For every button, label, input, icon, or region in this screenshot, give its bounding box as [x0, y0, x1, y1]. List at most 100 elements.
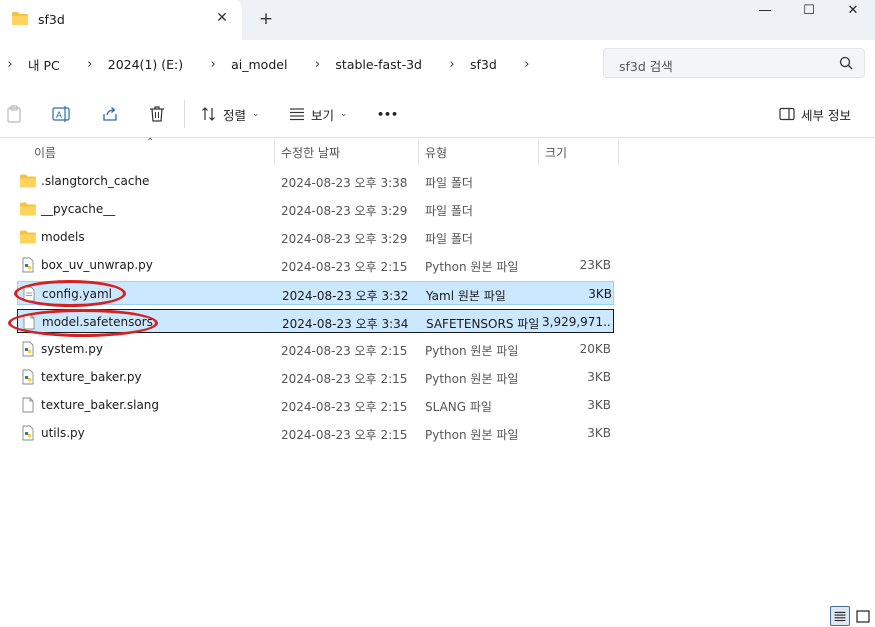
file-date: 2024-08-23 오후 2:15	[281, 372, 408, 386]
details-view-icon[interactable]	[830, 606, 850, 626]
paste-icon	[7, 105, 21, 123]
share-icon	[103, 107, 117, 121]
sort-icon	[202, 107, 215, 121]
file-icon	[22, 397, 34, 413]
chevron-down-icon: ⌄	[340, 109, 348, 119]
tab-close-button[interactable]: ✕	[213, 9, 231, 27]
new-tab-button[interactable]: +	[256, 9, 276, 29]
file-name: utils.py	[41, 426, 85, 440]
search-input[interactable]: sf3d 검색	[603, 48, 865, 78]
column-divider[interactable]	[274, 139, 275, 165]
list-item[interactable]: __pycache__ 2024-08-23 오후 3:29 파일 폴더	[17, 197, 614, 221]
chevron-right-icon[interactable]: ›	[203, 57, 223, 72]
chevron-down-icon: ⌄	[252, 109, 260, 119]
list-item[interactable]: utils.py 2024-08-23 오후 2:15 Python 원본 파일…	[17, 421, 614, 445]
file-size: 3KB	[587, 370, 611, 384]
file-type: 파일 폴더	[425, 176, 473, 190]
sort-label: 정렬	[223, 107, 247, 123]
breadcrumb[interactable]: › 내 PC › 2024(1) (E:) › ai_model › stabl…	[0, 49, 537, 79]
file-size: 23KB	[579, 258, 611, 272]
share-button[interactable]	[101, 102, 119, 126]
maximize-button[interactable]: ☐	[786, 0, 832, 26]
breadcrumb-item[interactable]: sf3d	[462, 57, 517, 72]
file-type: SAFETENSORS 파일	[426, 317, 540, 331]
file-date: 2024-08-23 오후 3:34	[282, 317, 409, 331]
file-name: model.safetensors	[42, 315, 153, 329]
address-row: › 내 PC › 2024(1) (E:) › ai_model › stabl…	[0, 40, 875, 88]
details-pane-button[interactable]: 세부 정보	[779, 102, 851, 126]
column-divider[interactable]	[618, 139, 619, 165]
rename-button[interactable]: A	[52, 102, 72, 126]
svg-text:A: A	[56, 110, 62, 120]
more-options-button[interactable]: •••	[377, 102, 398, 126]
list-item[interactable]: texture_baker.slang 2024-08-23 오후 2:15 S…	[17, 393, 614, 417]
details-label: 세부 정보	[801, 107, 851, 123]
folder-icon	[20, 202, 36, 216]
view-button[interactable]: 보기 ⌄	[289, 102, 348, 126]
more-icon: •••	[377, 107, 399, 121]
chevron-right-icon[interactable]: ›	[0, 57, 20, 72]
breadcrumb-item[interactable]: 2024(1) (E:)	[100, 57, 203, 72]
chevron-right-icon[interactable]: ›	[442, 57, 462, 72]
list-item[interactable]: .slangtorch_cache 2024-08-23 오후 3:38 파일 …	[17, 169, 614, 193]
file-size: 20KB	[579, 342, 611, 356]
minimize-button[interactable]: —	[742, 0, 788, 26]
breadcrumb-item[interactable]: stable-fast-3d	[327, 57, 442, 72]
file-size: 3,929,971...	[542, 315, 612, 329]
breadcrumb-item[interactable]: ai_model	[223, 57, 307, 72]
file-date: 2024-08-23 오후 2:15	[281, 400, 408, 414]
view-list-icon	[290, 108, 304, 121]
trash-icon	[150, 106, 164, 122]
file-type: Yaml 원본 파일	[426, 289, 506, 303]
file-name: texture_baker.slang	[41, 398, 160, 412]
file-name: box_uv_unwrap.py	[41, 258, 153, 272]
list-item[interactable]: box_uv_unwrap.py 2024-08-23 오후 2:15 Pyth…	[17, 253, 614, 277]
file-date: 2024-08-23 오후 3:32	[282, 289, 409, 303]
list-item[interactable]: system.py 2024-08-23 오후 2:15 Python 원본 파…	[17, 337, 614, 361]
chevron-right-icon[interactable]: ›	[80, 57, 100, 72]
file-type: 파일 폴더	[425, 204, 473, 218]
list-item-selected[interactable]: config.yaml 2024-08-23 오후 3:32 Yaml 원본 파…	[17, 281, 614, 305]
column-header-type[interactable]: 유형	[425, 139, 447, 165]
file-type: SLANG 파일	[425, 400, 492, 414]
file-name: models	[41, 230, 85, 244]
list-item[interactable]: models 2024-08-23 오후 3:29 파일 폴더	[17, 225, 614, 249]
sort-button[interactable]: 정렬 ⌄	[201, 102, 260, 126]
folder-icon	[12, 12, 28, 25]
file-type: Python 원본 파일	[425, 260, 519, 274]
close-window-button[interactable]: ✕	[830, 0, 875, 26]
paste-button[interactable]	[6, 102, 22, 126]
file-date: 2024-08-23 오후 2:15	[281, 260, 408, 274]
toolbar-divider	[184, 100, 185, 128]
rename-icon: A	[52, 106, 70, 122]
chevron-right-icon[interactable]: ›	[517, 57, 537, 72]
file-name: system.py	[41, 342, 103, 356]
column-header-date[interactable]: 수정한 날짜	[281, 139, 340, 165]
tab-sf3d[interactable]: sf3d ✕	[0, 0, 242, 40]
python-file-icon	[22, 257, 34, 273]
file-date: 2024-08-23 오후 3:29	[281, 232, 408, 246]
title-bar: sf3d ✕ + — ☐ ✕	[0, 0, 875, 40]
python-file-icon	[22, 425, 34, 441]
file-size: 3KB	[587, 398, 611, 412]
folder-icon	[20, 230, 36, 244]
list-item-selected[interactable]: model.safetensors 2024-08-23 오후 3:34 SAF…	[17, 309, 614, 333]
column-divider[interactable]	[538, 139, 539, 165]
command-bar: A 정렬 ⌄ 보기 ⌄ ••• 세부 정보	[0, 88, 875, 138]
file-size: 3KB	[587, 426, 611, 440]
breadcrumb-item[interactable]: 내 PC	[20, 55, 80, 74]
column-divider[interactable]	[418, 139, 419, 165]
file-date: 2024-08-23 오후 3:29	[281, 204, 408, 218]
column-header-name[interactable]: 이름	[34, 139, 56, 165]
file-date: 2024-08-23 오후 2:15	[281, 344, 408, 358]
tiles-view-icon[interactable]	[853, 606, 873, 626]
yaml-file-icon	[23, 286, 35, 302]
delete-button[interactable]	[149, 102, 165, 126]
list-item[interactable]: texture_baker.py 2024-08-23 오후 2:15 Pyth…	[17, 365, 614, 389]
search-placeholder: sf3d 검색	[619, 59, 673, 74]
chevron-right-icon[interactable]: ›	[307, 57, 327, 72]
column-header-size[interactable]: 크기	[545, 139, 567, 165]
file-type: Python 원본 파일	[425, 344, 519, 358]
tab-title: sf3d	[38, 12, 65, 27]
file-size: 3KB	[588, 287, 612, 301]
